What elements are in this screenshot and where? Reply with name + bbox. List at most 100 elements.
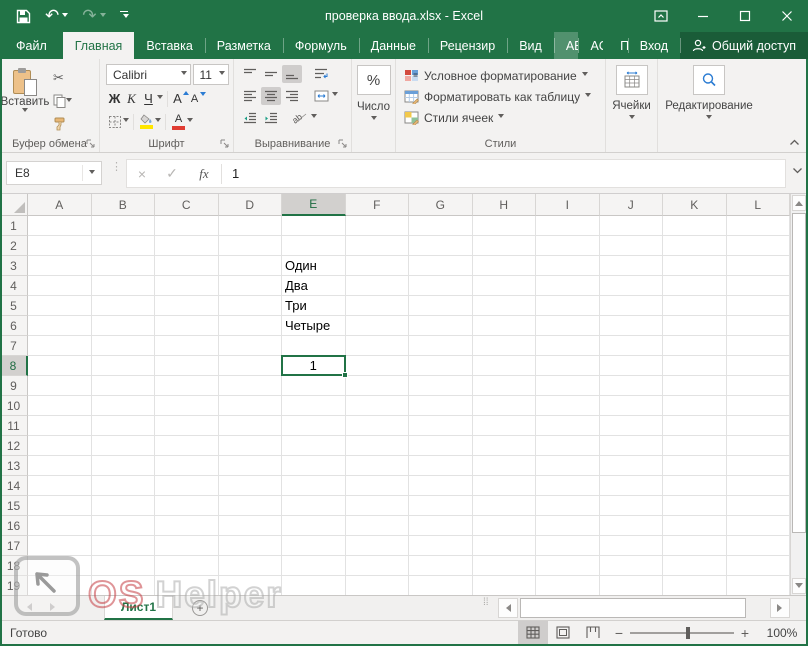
cell-H4[interactable] bbox=[473, 276, 537, 296]
borders-button[interactable] bbox=[106, 112, 123, 131]
orientation-button[interactable]: ab bbox=[290, 109, 310, 127]
cell-B17[interactable] bbox=[92, 536, 156, 556]
cell-A5[interactable] bbox=[28, 296, 92, 316]
cell-H15[interactable] bbox=[473, 496, 537, 516]
cell-B2[interactable] bbox=[92, 236, 156, 256]
cell-K9[interactable] bbox=[663, 376, 727, 396]
copy-button[interactable] bbox=[50, 92, 75, 110]
cell-I1[interactable] bbox=[536, 216, 600, 236]
cell-H2[interactable] bbox=[473, 236, 537, 256]
cell-K11[interactable] bbox=[663, 416, 727, 436]
cell-E10[interactable] bbox=[282, 396, 346, 416]
row-header-2[interactable]: 2 bbox=[0, 236, 28, 256]
cell-I9[interactable] bbox=[536, 376, 600, 396]
cell-D7[interactable] bbox=[219, 336, 283, 356]
cell-C5[interactable] bbox=[155, 296, 219, 316]
cell-I3[interactable] bbox=[536, 256, 600, 276]
cell-L8[interactable] bbox=[727, 356, 791, 376]
cell-C3[interactable] bbox=[155, 256, 219, 276]
cell-D3[interactable] bbox=[219, 256, 283, 276]
cell-B18[interactable] bbox=[92, 556, 156, 576]
cell-E6[interactable]: Четыре bbox=[282, 316, 346, 336]
insert-function-button[interactable]: fx bbox=[187, 166, 221, 182]
cell-B9[interactable] bbox=[92, 376, 156, 396]
cell-B16[interactable] bbox=[92, 516, 156, 536]
cell-K13[interactable] bbox=[663, 456, 727, 476]
cell-F6[interactable] bbox=[346, 316, 410, 336]
cell-F16[interactable] bbox=[346, 516, 410, 536]
cell-F2[interactable] bbox=[346, 236, 410, 256]
paste-dropdown-icon[interactable] bbox=[22, 108, 28, 115]
cell-I7[interactable] bbox=[536, 336, 600, 356]
column-header-A[interactable]: A bbox=[28, 194, 92, 216]
cell-A6[interactable] bbox=[28, 316, 92, 336]
cell-C11[interactable] bbox=[155, 416, 219, 436]
cell-K10[interactable] bbox=[663, 396, 727, 416]
cell-G12[interactable] bbox=[409, 436, 473, 456]
zoom-in-button[interactable]: + bbox=[734, 625, 756, 641]
cell-L13[interactable] bbox=[727, 456, 791, 476]
cell-F7[interactable] bbox=[346, 336, 410, 356]
cell-D8[interactable] bbox=[219, 356, 283, 376]
column-header-L[interactable]: L bbox=[727, 194, 791, 216]
cell-G15[interactable] bbox=[409, 496, 473, 516]
cell-J4[interactable] bbox=[600, 276, 664, 296]
cell-G1[interactable] bbox=[409, 216, 473, 236]
row-header-19[interactable]: 19 bbox=[0, 576, 28, 595]
editing-button[interactable] bbox=[693, 65, 725, 95]
row-header-12[interactable]: 12 bbox=[0, 436, 28, 456]
cell-I18[interactable] bbox=[536, 556, 600, 576]
cell-B19[interactable] bbox=[92, 576, 156, 595]
cell-K1[interactable] bbox=[663, 216, 727, 236]
formula-input-value[interactable]: 1 bbox=[232, 166, 239, 181]
cell-E5[interactable]: Три bbox=[282, 296, 346, 316]
cell-L19[interactable] bbox=[727, 576, 791, 595]
cell-H3[interactable] bbox=[473, 256, 537, 276]
cell-A2[interactable] bbox=[28, 236, 92, 256]
cell-F10[interactable] bbox=[346, 396, 410, 416]
font-family-combobox[interactable]: Calibri bbox=[106, 64, 191, 85]
cell-J17[interactable] bbox=[600, 536, 664, 556]
row-header-18[interactable]: 18 bbox=[0, 556, 28, 576]
italic-button[interactable]: К bbox=[123, 89, 140, 108]
previous-sheet-icon[interactable] bbox=[23, 603, 32, 611]
wrap-text-button[interactable] bbox=[311, 65, 331, 83]
zoom-out-button[interactable]: − bbox=[608, 625, 630, 641]
column-header-K[interactable]: K bbox=[663, 194, 727, 216]
fill-color-dropdown-icon[interactable] bbox=[155, 118, 161, 125]
cell-A11[interactable] bbox=[28, 416, 92, 436]
column-header-B[interactable]: B bbox=[92, 194, 156, 216]
cell-H16[interactable] bbox=[473, 516, 537, 536]
cell-B13[interactable] bbox=[92, 456, 156, 476]
align-left-button[interactable] bbox=[240, 87, 260, 105]
cell-A19[interactable] bbox=[28, 576, 92, 595]
cell-E2[interactable] bbox=[282, 236, 346, 256]
cell-F19[interactable] bbox=[346, 576, 410, 595]
font-color-button[interactable]: А bbox=[170, 112, 187, 131]
cell-L2[interactable] bbox=[727, 236, 791, 256]
cell-C6[interactable] bbox=[155, 316, 219, 336]
cell-G9[interactable] bbox=[409, 376, 473, 396]
sheet-tab-list1[interactable]: Лист1 bbox=[104, 596, 173, 620]
scroll-down-button[interactable] bbox=[792, 578, 806, 594]
increase-indent-button[interactable] bbox=[261, 109, 281, 127]
cell-L5[interactable] bbox=[727, 296, 791, 316]
cell-B11[interactable] bbox=[92, 416, 156, 436]
row-header-1[interactable]: 1 bbox=[0, 216, 28, 236]
font-dialog-launcher[interactable] bbox=[220, 139, 230, 149]
cell-E15[interactable] bbox=[282, 496, 346, 516]
sign-in-button[interactable]: Вход bbox=[628, 32, 680, 59]
cell-J19[interactable] bbox=[600, 576, 664, 595]
row-header-3[interactable]: 3 bbox=[0, 256, 28, 276]
align-middle-button[interactable] bbox=[261, 65, 281, 83]
undo-button[interactable]: ↶ bbox=[45, 8, 68, 25]
cell-D18[interactable] bbox=[219, 556, 283, 576]
cell-L7[interactable] bbox=[727, 336, 791, 356]
cell-F1[interactable] bbox=[346, 216, 410, 236]
cell-G5[interactable] bbox=[409, 296, 473, 316]
tab-acrobat[interactable]: ACROBAT bbox=[578, 32, 603, 59]
fill-handle[interactable] bbox=[342, 372, 348, 378]
cell-L1[interactable] bbox=[727, 216, 791, 236]
conditional-formatting-button[interactable]: Условное форматирование bbox=[404, 65, 605, 86]
save-button[interactable] bbox=[16, 9, 31, 24]
